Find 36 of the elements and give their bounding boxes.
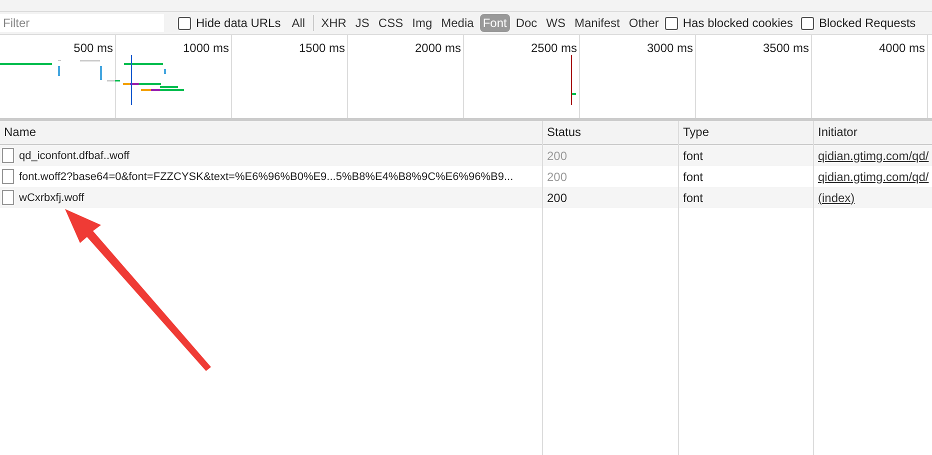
time-tick-label: 3000 ms [646,41,693,55]
hide-data-urls-checkbox[interactable]: Hide data URLs [178,16,281,30]
time-tick-label: 500 ms [74,41,113,55]
filter-type-button[interactable]: JS [352,14,372,32]
filter-type-button[interactable]: CSS [375,14,406,32]
column-header[interactable]: Status [543,121,678,145]
column-header[interactable]: Type [679,121,813,145]
filter-type-button[interactable]: Other [626,14,662,32]
table-cell: 200 [547,190,568,204]
filter-type-button[interactable]: XHR [318,14,350,32]
time-tick-label: 4000 ms [878,41,925,55]
table-cell: qd_iconfont.dfbaf..woff [19,150,130,162]
filter-type-button[interactable]: Manifest [572,14,623,32]
filter-type-button[interactable]: Media [438,14,477,32]
time-tick-label: 1000 ms [182,41,229,55]
filter-type-button[interactable]: Img [409,14,436,32]
table-cell: font [683,190,704,204]
initiator-link[interactable]: qidian.gtimg.com/qd/ [818,170,929,184]
table-cell: 200 [547,148,568,162]
time-tick-label: 1500 ms [298,41,345,55]
filter-field[interactable]: Filter [0,14,164,32]
table-cell: wCxrbxfj.woff [19,192,84,204]
column-header[interactable]: Name [0,121,542,145]
filter-type-button[interactable]: WS [543,14,569,32]
filter-type-button[interactable]: Doc [512,14,540,32]
filter-type-button[interactable]: All [288,14,308,32]
time-tick-label: 3500 ms [762,41,809,55]
column-header[interactable]: Initiator [814,121,932,145]
table-cell: font [683,148,704,162]
table-cell: font.woff2?base64=0&font=FZZCYSK&text=%E6%96%B0%E9...5%B8%E4%B8%9C%E6%96%B9... [19,170,514,182]
time-tick-label: 2000 ms [414,41,461,55]
time-tick-label: 2500 ms [530,41,577,55]
table-cell: font [683,170,704,184]
filter-option-checkbox[interactable]: Blocked Requests [800,16,916,30]
table-cell: 200 [547,170,568,184]
filter-option-checkbox[interactable]: Has blocked cookies [664,16,793,30]
